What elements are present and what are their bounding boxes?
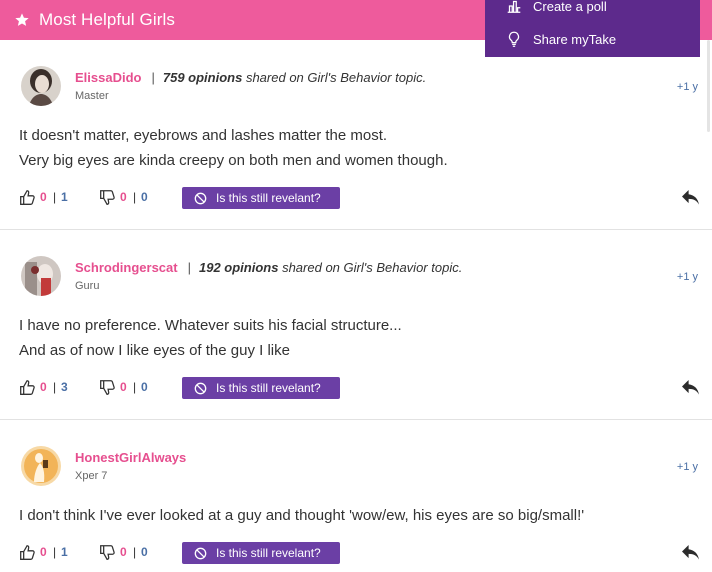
user-level: Master xyxy=(75,90,109,102)
upvote-total: 1 xyxy=(61,545,68,559)
opinion-actions: 0 | 3 0 | 0 Is this still revelant? xyxy=(0,377,712,401)
opinion-count[interactable]: 759 opinions xyxy=(163,70,242,85)
shared-topic-text: shared on Girl's Behavior topic. xyxy=(282,260,463,275)
user-info: ElissaDido | 759 opinions shared on Girl's… xyxy=(75,70,427,85)
reply-icon[interactable] xyxy=(681,189,700,206)
create-poll-menu-item[interactable]: Create a poll xyxy=(505,0,607,15)
thumbs-up-icon[interactable] xyxy=(19,379,36,396)
opinion-actions: 0 | 1 0 | 0 Is this still revelant? xyxy=(0,542,712,566)
opinion-line: I don't think I've ever looked at a guy … xyxy=(19,507,585,524)
share-mytake-menu-item[interactable]: Share myTake xyxy=(505,30,616,48)
ban-icon xyxy=(194,547,207,559)
timestamp: +1 y xyxy=(676,81,698,93)
thumbs-down-icon[interactable] xyxy=(99,544,116,561)
opinion-line: I have no preference. Whatever suits his… xyxy=(19,317,402,334)
still-relevant-button[interactable]: Is this still revelant? xyxy=(182,187,340,209)
avatar[interactable] xyxy=(21,66,61,106)
opinion-card: ElissaDido | 759 opinions shared on Girl's… xyxy=(0,40,712,230)
thumbs-up-icon[interactable] xyxy=(19,189,36,206)
opinion-line: It doesn't matter, eyebrows and lashes m… xyxy=(19,127,388,144)
thumbs-up-icon[interactable] xyxy=(19,544,36,561)
still-relevant-label: Is this still revelant? xyxy=(216,381,321,395)
upvote-count: 0 xyxy=(40,380,47,394)
opinion-count[interactable]: 192 opinions xyxy=(199,260,278,275)
still-relevant-button[interactable]: Is this still revelant? xyxy=(182,542,340,564)
opinion-text: I have no preference. Whatever suits his… xyxy=(19,313,402,363)
reply-icon[interactable] xyxy=(681,544,700,561)
shared-topic-text: shared on Girl's Behavior topic. xyxy=(245,70,427,85)
reply-icon[interactable] xyxy=(681,379,700,396)
user-info: Schrodingerscat | 192 opinions shared on G… xyxy=(75,260,463,275)
lightbulb-icon xyxy=(508,31,520,47)
opinion-text: It doesn't matter, eyebrows and lashes m… xyxy=(19,123,448,173)
downvote-count: 0 xyxy=(120,545,127,559)
timestamp: +1 y xyxy=(676,461,698,473)
opinion-text: I don't think I've ever looked at a guy … xyxy=(19,503,584,528)
downvote-total: 0 xyxy=(141,380,148,394)
still-relevant-button[interactable]: Is this still revelant? xyxy=(182,377,340,399)
timestamp: +1 y xyxy=(676,271,698,283)
upvote-count: 0 xyxy=(40,545,47,559)
ban-icon xyxy=(194,192,207,204)
downvote-count: 0 xyxy=(120,380,127,394)
user-info: HonestGirlAlways xyxy=(75,450,186,465)
user-level: Guru xyxy=(75,280,100,292)
upvote-total: 3 xyxy=(61,380,68,394)
opinion-actions: 0 | 1 0 | 0 Is this still revelant? xyxy=(0,187,712,211)
user-name[interactable]: HonestGirlAlways xyxy=(75,450,186,465)
opinion-line: And as of now I like eyes of the guy I l… xyxy=(19,342,290,359)
thumbs-down-icon[interactable] xyxy=(99,189,116,206)
upvote-total: 1 xyxy=(61,190,68,204)
user-name[interactable]: Schrodingerscat xyxy=(75,260,178,275)
opinion-line: Very big eyes are kinda creepy on both m… xyxy=(19,152,448,169)
downvote-total: 0 xyxy=(141,545,148,559)
create-poll-label: Create a poll xyxy=(533,0,607,14)
ban-icon xyxy=(194,382,207,394)
user-level: Xper 7 xyxy=(75,470,108,482)
upvote-count: 0 xyxy=(40,190,47,204)
opinion-card: Schrodingerscat | 192 opinions shared on G… xyxy=(0,230,712,420)
still-relevant-label: Is this still revelant? xyxy=(216,191,321,205)
still-relevant-label: Is this still revelant? xyxy=(216,546,321,560)
user-name[interactable]: ElissaDido xyxy=(75,70,141,85)
create-menu-dropdown: Create a poll Share myTake xyxy=(485,0,700,57)
star-icon xyxy=(15,13,29,26)
bar-chart-icon xyxy=(507,0,521,13)
avatar[interactable] xyxy=(21,256,61,296)
downvote-total: 0 xyxy=(141,190,148,204)
share-mytake-label: Share myTake xyxy=(533,31,617,47)
thumbs-down-icon[interactable] xyxy=(99,379,116,396)
avatar[interactable] xyxy=(21,446,61,486)
downvote-count: 0 xyxy=(120,190,127,204)
opinion-card: HonestGirlAlways Xper 7 +1 y I don't thi… xyxy=(0,420,712,572)
section-title: Most Helpful Girls xyxy=(39,10,175,29)
